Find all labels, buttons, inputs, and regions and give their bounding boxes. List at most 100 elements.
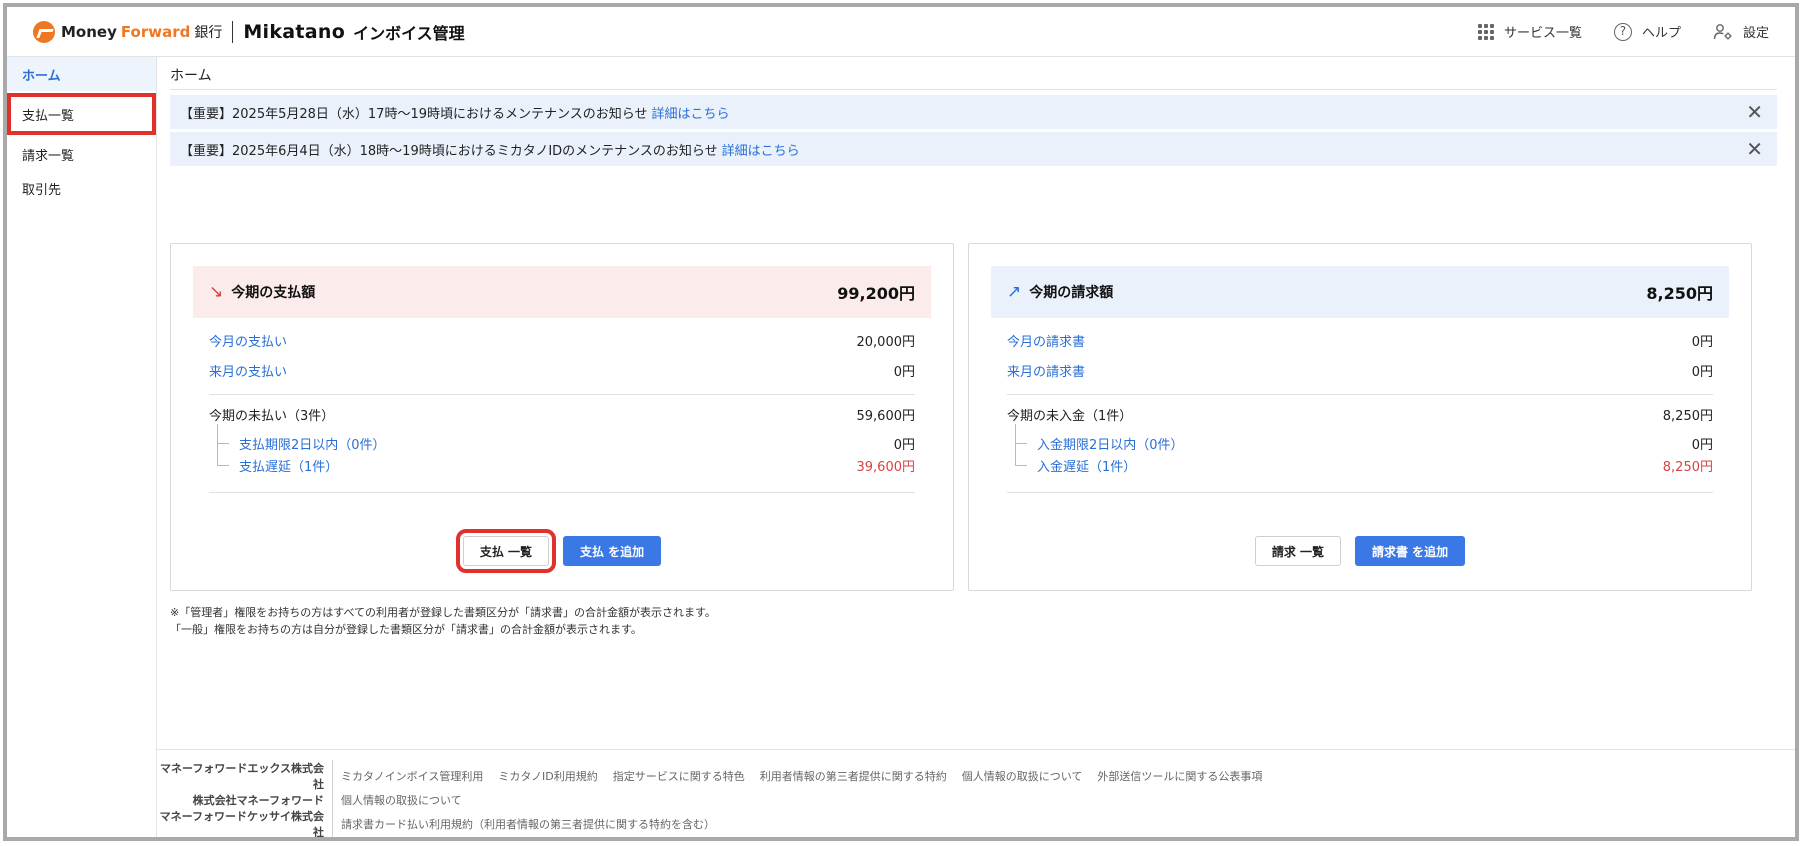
brand-money: Money <box>61 22 117 41</box>
app-window: Money Forward 銀行 Mikatano インボイス管理 サービス一覧… <box>3 3 1799 841</box>
sidebar-item-label: 支払一覧 <box>22 108 75 124</box>
payment-next-month-value: 0円 <box>893 364 915 380</box>
footer-link[interactable]: 外部送信ツールに関する公表事項 <box>1097 768 1262 784</box>
top-header: Money Forward 銀行 Mikatano インボイス管理 サービス一覧… <box>7 7 1795 57</box>
add-invoice-button[interactable]: 請求書 を追加 <box>1355 536 1466 566</box>
invoice-list-button[interactable]: 請求 一覧 <box>1254 536 1341 566</box>
billing-overdue-link[interactable]: 入金遅延（1件） <box>1037 456 1136 475</box>
payment-card-title: 今期の支払額 <box>231 285 316 301</box>
payment-row-this-month: 今月の支払い 20,000円 <box>209 330 915 350</box>
billing-card-title: 今期の請求額 <box>1029 285 1114 301</box>
settings-label: 設定 <box>1742 26 1769 41</box>
card-divider <box>1007 394 1713 395</box>
sidebar-item-payments[interactable]: 支払一覧 <box>7 93 156 135</box>
billing-this-month-link[interactable]: 今月の請求書 <box>1007 331 1085 350</box>
billing-total: 8,250円 <box>1646 284 1713 303</box>
payment-this-month-value: 20,000円 <box>856 334 916 350</box>
billing-row-unreceived: 今期の未入金（1件） 8,250円 <box>1007 404 1713 424</box>
payment-card-actions: 支払 一覧 支払 を追加 <box>171 529 953 573</box>
sidebar-item-label: 取引先 <box>22 182 62 198</box>
brand-mikatano: Mikatano <box>243 20 346 43</box>
title-divider <box>170 89 1777 90</box>
footer-row: 株式会社マネーフォワード 個人情報の取扱について <box>157 792 469 808</box>
tree-connector <box>217 465 229 466</box>
sidebar-item-partners[interactable]: 取引先 <box>7 171 156 205</box>
footer-company: マネーフォワードエックス株式会社 <box>157 760 333 792</box>
payment-row-next-month: 来月の支払い 0円 <box>209 360 915 380</box>
permission-note-line: ※「管理者」権限をお持ちの方はすべての利用者が登録した書類区分が「請求書」の合計… <box>170 606 716 619</box>
payment-row-overdue: 支払遅延（1件） 39,600円 <box>239 455 915 475</box>
notice-banner-2: 【重要】2025年6月4日（水）18時〜19時頃におけるミカタノIDのメンテナン… <box>170 132 1777 166</box>
close-icon[interactable]: ✕ <box>1746 139 1763 159</box>
brand-divider <box>232 20 234 43</box>
billing-unreceived-label: 今期の未入金（1件） <box>1007 408 1133 424</box>
footer-company: 株式会社マネーフォワード <box>157 792 333 808</box>
payment-summary-card: ↘ 今期の支払額 99,200円 今月の支払い 20,000円 来月の支払い 0… <box>170 243 954 591</box>
service-list-label: サービス一覧 <box>1503 26 1582 41</box>
brand-bank: 銀行 <box>194 24 223 41</box>
footer-link[interactable]: ミカタノインボイス管理利用 <box>341 768 483 784</box>
billing-row-overdue: 入金遅延（1件） 8,250円 <box>1037 455 1713 475</box>
arrow-down-right-icon: ↘ <box>209 282 224 302</box>
card-divider <box>1007 492 1713 493</box>
footer-link[interactable]: 指定サービスに関する特色 <box>613 768 745 784</box>
footer-link[interactable]: 請求書カード払い利用規約（利用者情報の第三者提供に関する特約を含む） <box>341 816 715 832</box>
footer-link[interactable]: ミカタノID利用規約 <box>498 768 597 784</box>
payment-this-month-link[interactable]: 今月の支払い <box>209 331 287 350</box>
footer-link[interactable]: 利用者情報の第三者提供に関する特約 <box>760 768 947 784</box>
arrow-up-right-icon: ↗ <box>1007 282 1022 302</box>
sidebar-item-invoices[interactable]: 請求一覧 <box>7 137 156 171</box>
service-list-button[interactable]: サービス一覧 <box>1477 22 1582 41</box>
add-payment-button[interactable]: 支払 を追加 <box>563 536 662 566</box>
footer-link[interactable]: 個人情報の取扱について <box>962 768 1083 784</box>
billing-summary-card: ↗ 今期の請求額 8,250円 今月の請求書 0円 来月の請求書 0円 今期の未… <box>968 243 1752 591</box>
sidebar-item-home[interactable]: ホーム <box>7 57 156 91</box>
footer: マネーフォワードエックス株式会社 ミカタノインボイス管理利用 ミカタノID利用規… <box>157 749 1795 837</box>
payment-total: 99,200円 <box>837 284 915 303</box>
footer-links: 個人情報の取扱について <box>333 792 469 808</box>
settings-button[interactable]: 設定 <box>1713 22 1769 41</box>
brand-logo[interactable]: Money Forward 銀行 Mikatano インボイス管理 <box>33 20 465 44</box>
payment-unpaid-value: 59,600円 <box>856 408 916 424</box>
card-divider <box>209 394 915 395</box>
footer-link[interactable]: 個人情報の取扱について <box>341 792 462 808</box>
footer-company: マネーフォワードケッサイ株式会社 <box>157 808 333 837</box>
billing-next-month-link[interactable]: 来月の請求書 <box>1007 361 1085 380</box>
notice-detail-link[interactable]: 詳細はこちら <box>651 103 729 122</box>
payment-row-due-soon: 支払期限2日以内（0件） 0円 <box>239 433 915 453</box>
billing-row-due-soon: 入金期限2日以内（0件） 0円 <box>1037 433 1713 453</box>
help-icon: ? <box>1613 22 1632 41</box>
payment-due-soon-value: 0円 <box>893 437 915 453</box>
tree-connector <box>1015 424 1029 466</box>
payment-overdue-link[interactable]: 支払遅延（1件） <box>239 456 338 475</box>
main-content: ホーム 【重要】2025年5月28日（水）17時〜19時頃におけるメンテナンスの… <box>157 57 1795 837</box>
payment-unpaid-label: 今期の未払い（3件） <box>209 408 335 424</box>
payment-card-header: ↘ 今期の支払額 99,200円 <box>193 266 931 318</box>
billing-overdue-value: 8,250円 <box>1662 459 1713 475</box>
sidebar: ホーム 支払一覧 請求一覧 取引先 <box>7 57 157 837</box>
header-menu: サービス一覧 ? ヘルプ 設定 <box>1446 22 1769 41</box>
payment-next-month-link[interactable]: 来月の支払い <box>209 361 287 380</box>
billing-card-header: ↗ 今期の請求額 8,250円 <box>991 266 1729 318</box>
notice-text: 【重要】2025年6月4日（水）18時〜19時頃におけるミカタノIDのメンテナン… <box>180 143 718 159</box>
billing-due-soon-link[interactable]: 入金期限2日以内（0件） <box>1037 434 1184 453</box>
payment-row-unpaid: 今期の未払い（3件） 59,600円 <box>209 404 915 424</box>
brand-product-name: インボイス管理 <box>353 23 465 43</box>
permission-note: ※「管理者」権限をお持ちの方はすべての利用者が登録した書類区分が「請求書」の合計… <box>170 604 716 638</box>
help-button[interactable]: ? ヘルプ <box>1613 22 1681 41</box>
payment-list-button[interactable]: 支払 一覧 <box>455 529 557 573</box>
footer-row: マネーフォワードエックス株式会社 ミカタノインボイス管理利用 ミカタノID利用規… <box>157 760 1269 792</box>
footer-row: マネーフォワードケッサイ株式会社 請求書カード払い利用規約（利用者情報の第三者提… <box>157 808 722 837</box>
billing-row-this-month: 今月の請求書 0円 <box>1007 330 1713 350</box>
close-icon[interactable]: ✕ <box>1746 102 1763 122</box>
user-gear-icon <box>1713 23 1732 39</box>
billing-next-month-value: 0円 <box>1691 364 1713 380</box>
tree-connector <box>217 424 231 466</box>
sidebar-item-label: 請求一覧 <box>22 148 75 164</box>
card-divider <box>209 492 915 493</box>
payment-due-soon-link[interactable]: 支払期限2日以内（0件） <box>239 434 386 453</box>
footer-links: 請求書カード払い利用規約（利用者情報の第三者提供に関する特約を含む） <box>333 816 722 832</box>
payment-overdue-value: 39,600円 <box>856 459 916 475</box>
notice-detail-link[interactable]: 詳細はこちら <box>722 140 800 159</box>
billing-card-actions: 請求 一覧 請求書 を追加 <box>969 536 1751 566</box>
